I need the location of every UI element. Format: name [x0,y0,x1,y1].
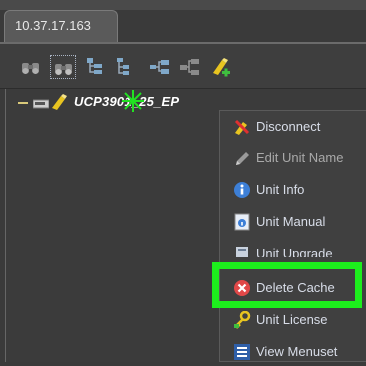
pencil-icon [233,149,251,167]
expand-tree-icon [87,58,102,74]
network-view-button[interactable] [177,55,203,79]
toolbar [0,44,366,88]
menu-item-edit-unit-name[interactable]: Edit Unit Name [225,147,365,169]
menuset-icon [233,343,251,361]
menu-item-disconnect[interactable]: Disconnect [225,116,365,138]
tab-label: 10.37.17.163 [15,18,91,33]
add-unit-button[interactable] [208,55,234,79]
unit-node-icon [50,93,72,116]
binoculars-search-icon [55,64,72,75]
network-icon [180,59,199,75]
search-binoculars-button[interactable] [50,55,76,79]
manual-icon [233,213,251,231]
tree-connector [18,102,28,104]
annotation-highlight-box [212,262,362,308]
menu-item-unit-manual[interactable]: Unit Manual [225,211,365,233]
hierarchy-view-button[interactable] [147,55,173,79]
add-unit-icon [213,58,230,77]
license-key-icon [233,310,251,329]
device-icon [32,96,50,109]
hierarchy-icon [150,60,169,74]
upgrade-icon [233,245,251,257]
menu-item-view-menuset[interactable]: View Menuset [225,341,365,363]
collapse-tree-button[interactable] [112,55,138,79]
tab-device-ip[interactable]: 10.37.17.163 [4,10,118,42]
discover-binoculars-button[interactable] [18,55,44,79]
disconnect-icon [233,118,251,136]
expand-tree-button[interactable] [82,55,108,79]
collapse-tree-icon [117,58,129,75]
info-icon [233,181,251,199]
binoculars-icon [22,63,39,74]
menu-item-unit-license[interactable]: Unit License [225,309,365,331]
activity-sparkle-icon [121,89,145,118]
title-strip [0,0,366,10]
menu-item-unit-info[interactable]: Unit Info [225,179,365,201]
menu-item-unit-upgrade[interactable]: Unit Upgrade [225,243,365,257]
